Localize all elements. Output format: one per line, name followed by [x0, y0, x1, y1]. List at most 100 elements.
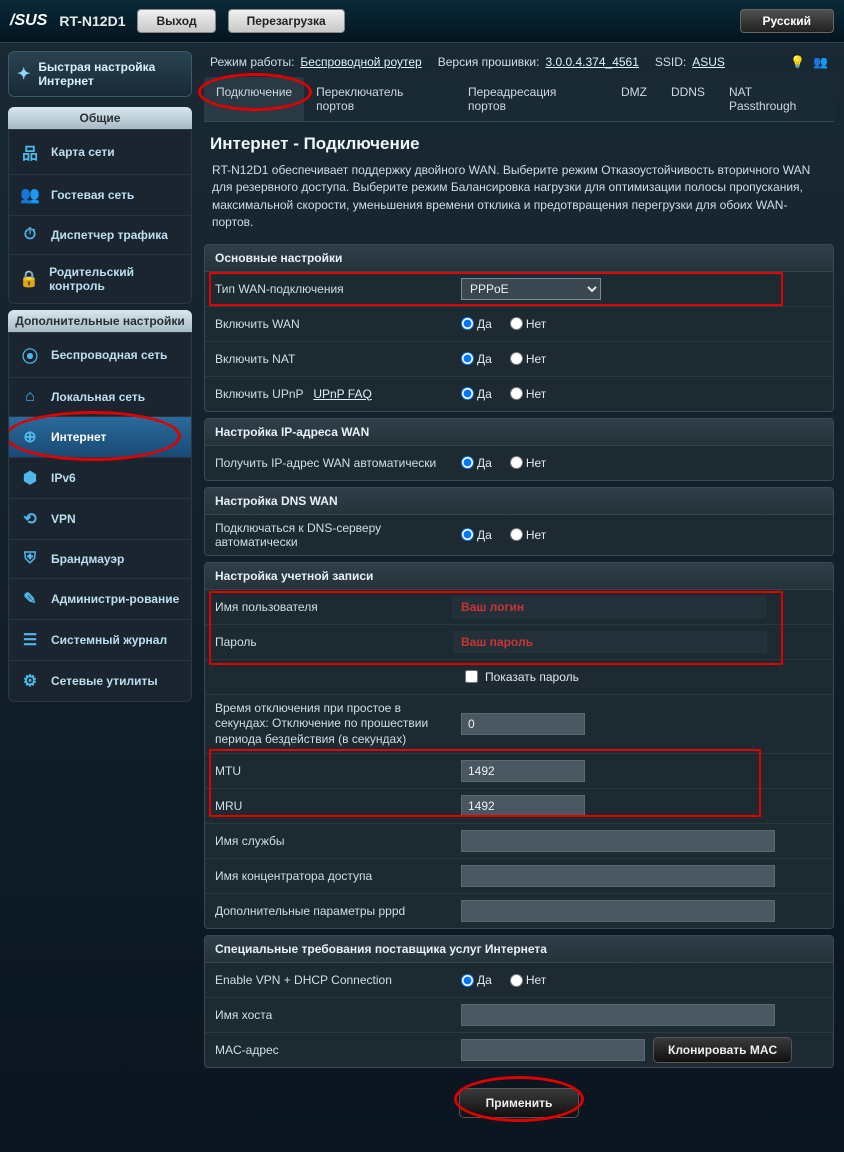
enable-upnp-no[interactable]: Нет: [510, 387, 546, 401]
wifi-icon: ⦿: [19, 343, 41, 367]
sidebar: ✦ Быстрая настройка Интернет Общие 品Карт…: [0, 43, 200, 716]
wan-ip-auto-no[interactable]: Нет: [510, 456, 546, 470]
language-select[interactable]: Русский: [740, 9, 835, 33]
clients-icon[interactable]: 👥: [813, 55, 828, 69]
page-description: RT-N12D1 обеспечивает поддержку двойного…: [204, 162, 834, 244]
pppd-input[interactable]: [461, 900, 775, 922]
sidebar-item-admin[interactable]: ✎Администри-рование: [9, 579, 191, 620]
tab-dmz[interactable]: DMZ: [609, 77, 659, 121]
vpn-icon: ⟲: [19, 509, 41, 529]
sidebar-item-firewall[interactable]: ⛨Брандмауэр: [9, 540, 191, 579]
label-vpn-dhcp: Enable VPN + DHCP Connection: [205, 967, 453, 993]
enable-wan-yes[interactable]: Да: [461, 317, 492, 331]
top-bar: /SUS RT-N12D1 Выход Перезагрузка Русский: [0, 0, 844, 43]
panel-account: Настройка учетной записи Имя пользовател…: [204, 562, 834, 930]
username-input[interactable]: [452, 596, 766, 618]
apply-button[interactable]: Применить: [459, 1088, 580, 1118]
panel-basic: Основные настройки Тип WAN-подключения P…: [204, 244, 834, 412]
firmware-link[interactable]: 3.0.0.4.374_4561: [545, 55, 638, 69]
sidebar-item-syslog[interactable]: ☰Системный журнал: [9, 620, 191, 661]
home-icon: ⌂: [19, 388, 41, 406]
menu-advanced: ⦿Беспроводная сеть ⌂Локальная сеть ⊕ Инт…: [8, 332, 192, 702]
vpn-dhcp-no[interactable]: Нет: [510, 973, 546, 987]
mru-input[interactable]: [461, 795, 585, 817]
tab-ddns[interactable]: DDNS: [659, 77, 717, 121]
sidebar-item-network-map[interactable]: 品Карта сети: [9, 130, 191, 175]
tab-port-forward[interactable]: Переадресация портов: [456, 77, 609, 121]
panel-dns-head: Настройка DNS WAN: [205, 488, 833, 515]
service-input[interactable]: [461, 830, 775, 852]
reboot-button[interactable]: Перезагрузка: [228, 9, 345, 33]
tab-port-trigger[interactable]: Переключатель портов: [304, 77, 456, 121]
show-password-checkbox[interactable]: Показать пароль: [461, 667, 579, 686]
sidebar-item-net-tools[interactable]: ⚙Сетевые утилиты: [9, 661, 191, 701]
panel-account-head: Настройка учетной записи: [205, 563, 833, 590]
label-username: Имя пользователя: [205, 594, 453, 620]
mac-input[interactable]: [461, 1039, 645, 1061]
sidebar-item-guest-network[interactable]: 👥Гостевая сеть: [9, 175, 191, 216]
label-enable-upnp: Включить UPnP UPnP FAQ: [205, 381, 453, 407]
main-content: Режим работы: Беспроводной роутер Версия…: [200, 43, 844, 1152]
sidebar-item-ipv6[interactable]: ⬢IPv6: [9, 458, 191, 499]
panel-dns: Настройка DNS WAN Подключаться к DNS-сер…: [204, 487, 834, 556]
label-mac: MAC-адрес: [205, 1037, 453, 1063]
dns-auto-yes[interactable]: Да: [461, 528, 492, 542]
ipv6-icon: ⬢: [19, 468, 41, 488]
panel-basic-head: Основные настройки: [205, 245, 833, 272]
enable-upnp-yes[interactable]: Да: [461, 387, 492, 401]
quick-setup-label: Быстрая настройка Интернет: [38, 60, 183, 88]
ssid-link[interactable]: ASUS: [692, 55, 725, 69]
sidebar-item-lan[interactable]: ⌂Локальная сеть: [9, 378, 191, 417]
section-general-head: Общие: [8, 107, 192, 129]
status-bar: Режим работы: Беспроводной роутер Версия…: [204, 51, 834, 73]
logout-button[interactable]: Выход: [137, 9, 215, 33]
panel-isp-head: Специальные требования поставщика услуг …: [205, 936, 833, 963]
vpn-dhcp-yes[interactable]: Да: [461, 973, 492, 987]
sidebar-item-traffic-manager[interactable]: ⏱Диспетчер трафика: [9, 216, 191, 255]
tools-icon: ⚙: [19, 671, 41, 691]
menu-general: 品Карта сети 👥Гостевая сеть ⏱Диспетчер тр…: [8, 129, 192, 304]
people-icon: 👥: [19, 185, 41, 205]
mtu-input[interactable]: [461, 760, 585, 782]
section-advanced-head: Дополнительные настройки: [8, 310, 192, 332]
clone-mac-button[interactable]: Клонировать MAC: [653, 1037, 792, 1063]
brand-logo: /SUS: [10, 12, 47, 30]
label-wan-ip-auto: Получить IP-адрес WAN автоматически: [205, 450, 453, 476]
wan-ip-auto-yes[interactable]: Да: [461, 456, 492, 470]
quick-setup-button[interactable]: ✦ Быстрая настройка Интернет: [8, 51, 192, 97]
mode-link[interactable]: Беспроводной роутер: [300, 55, 421, 69]
idle-input[interactable]: [461, 713, 585, 735]
tabs: Подключение Переключатель портов Переадр…: [204, 77, 834, 122]
enable-nat-yes[interactable]: Да: [461, 352, 492, 366]
label-enable-nat: Включить NAT: [205, 346, 453, 372]
sidebar-item-vpn[interactable]: ⟲VPN: [9, 499, 191, 540]
tab-nat-passthrough[interactable]: NAT Passthrough: [717, 77, 834, 121]
sidebar-item-parental-control[interactable]: 🔒Родительский контроль: [9, 255, 191, 303]
globe-icon: ⊕: [19, 427, 41, 447]
label-pppd: Дополнительные параметры pppd: [205, 898, 453, 924]
dns-auto-no[interactable]: Нет: [510, 528, 546, 542]
label-mtu: MTU: [205, 758, 453, 784]
page-title: Интернет - Подключение: [204, 122, 834, 162]
tab-connection[interactable]: Подключение: [204, 77, 304, 121]
bulb-icon[interactable]: 💡: [790, 55, 805, 69]
label-ac: Имя концентратора доступа: [205, 863, 453, 889]
label-enable-wan: Включить WAN: [205, 311, 453, 337]
hostname-input[interactable]: [461, 1004, 775, 1026]
sidebar-item-wireless[interactable]: ⦿Беспроводная сеть: [9, 333, 191, 378]
label-idle-timeout: Время отключения при простое в секундах:…: [205, 695, 453, 754]
label-service: Имя службы: [205, 828, 453, 854]
enable-wan-no[interactable]: Нет: [510, 317, 546, 331]
enable-nat-no[interactable]: Нет: [510, 352, 546, 366]
admin-icon: ✎: [19, 589, 41, 609]
log-icon: ☰: [19, 630, 41, 650]
password-input[interactable]: [453, 631, 767, 653]
label-hostname: Имя хоста: [205, 1002, 453, 1028]
panel-isp: Специальные требования поставщика услуг …: [204, 935, 834, 1068]
label-password: Пароль: [205, 629, 453, 655]
upnp-faq-link[interactable]: UPnP FAQ: [313, 387, 371, 401]
wan-type-select[interactable]: PPPoE: [461, 278, 601, 300]
ac-input[interactable]: [461, 865, 775, 887]
lock-icon: 🔒: [19, 269, 39, 289]
sidebar-item-internet[interactable]: ⊕ Интернет: [9, 417, 191, 458]
